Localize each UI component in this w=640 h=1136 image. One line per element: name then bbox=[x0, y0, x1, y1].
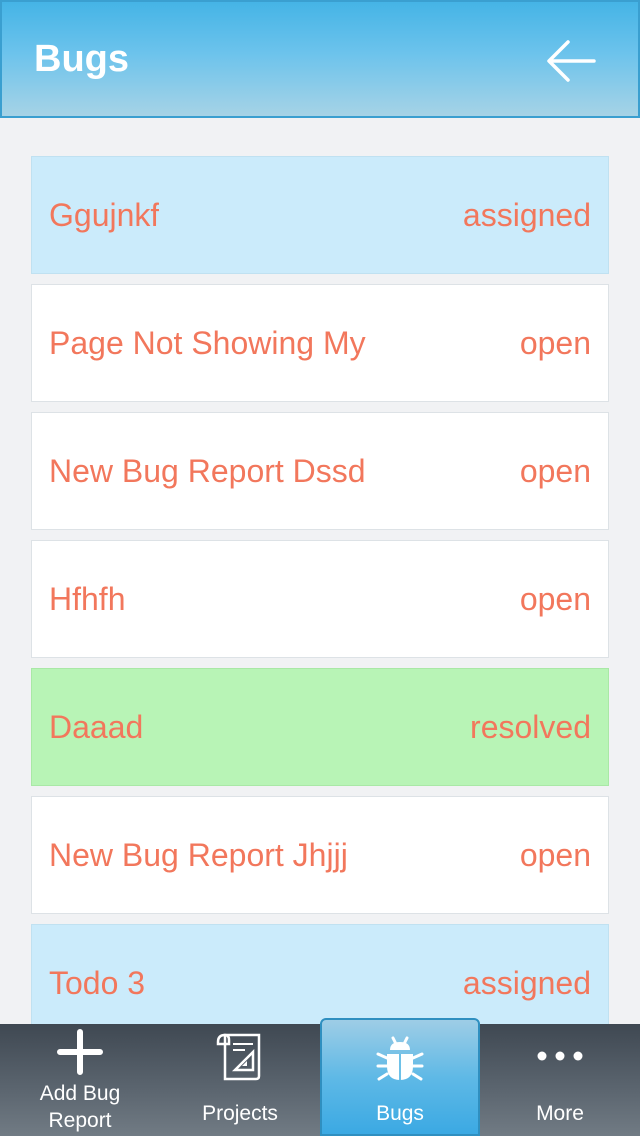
bug-status: open bbox=[519, 836, 591, 873]
bug-row[interactable]: New Bug Report Jhjjj open bbox=[31, 796, 609, 914]
more-dots-icon bbox=[537, 1051, 583, 1061]
tab-add-bug-report[interactable]: Add Bug Report bbox=[0, 1024, 160, 1136]
back-button[interactable] bbox=[544, 36, 600, 86]
bug-list: Ggujnkf assigned Page Not Showing My ope… bbox=[31, 156, 609, 1052]
bug-status: assigned bbox=[462, 196, 591, 233]
plus-icon bbox=[57, 1029, 103, 1075]
bug-title: Hfhfh bbox=[49, 580, 126, 617]
bug-title: Daaad bbox=[49, 708, 144, 745]
bug-status: assigned bbox=[462, 964, 591, 1001]
app: Bugs Ggujnkf assigned Page Not Showing M… bbox=[0, 0, 640, 1136]
tab-label: Projects bbox=[202, 1102, 278, 1125]
tab-label: Bugs bbox=[376, 1102, 424, 1125]
bug-title: New Bug Report Dssd bbox=[49, 452, 366, 489]
bug-row[interactable]: Page Not Showing My open bbox=[31, 284, 609, 402]
bottom-tab-bar: Add Bug Report Projects Bugs More bbox=[0, 1018, 640, 1136]
bug-status: resolved bbox=[470, 708, 591, 745]
tab-more[interactable]: More bbox=[480, 1024, 640, 1136]
bug-title: New Bug Report Jhjjj bbox=[49, 836, 348, 873]
bug-row[interactable]: Daaad resolved bbox=[31, 668, 609, 786]
bug-status: open bbox=[519, 580, 591, 617]
arrow-left-icon bbox=[547, 40, 596, 82]
bug-row[interactable]: New Bug Report Dssd open bbox=[31, 412, 609, 530]
projects-icon bbox=[216, 1033, 261, 1081]
tab-label: Add Bug Report bbox=[39, 1082, 121, 1132]
bug-status: open bbox=[519, 324, 591, 361]
header-bar: Bugs bbox=[0, 0, 640, 118]
tab-label: More bbox=[536, 1102, 584, 1125]
tab-projects[interactable]: Projects bbox=[160, 1024, 320, 1136]
tab-bugs[interactable]: Bugs bbox=[320, 1018, 480, 1136]
bug-title: Page Not Showing My bbox=[49, 324, 366, 361]
bug-title: Todo 3 bbox=[49, 964, 146, 1001]
bug-title: Ggujnkf bbox=[49, 196, 160, 233]
bug-row[interactable]: Ggujnkf assigned bbox=[31, 156, 609, 274]
bug-row[interactable]: Hfhfh open bbox=[31, 540, 609, 658]
bug-icon bbox=[376, 1036, 424, 1081]
page-title: Bugs bbox=[34, 38, 129, 80]
bug-status: open bbox=[519, 452, 591, 489]
